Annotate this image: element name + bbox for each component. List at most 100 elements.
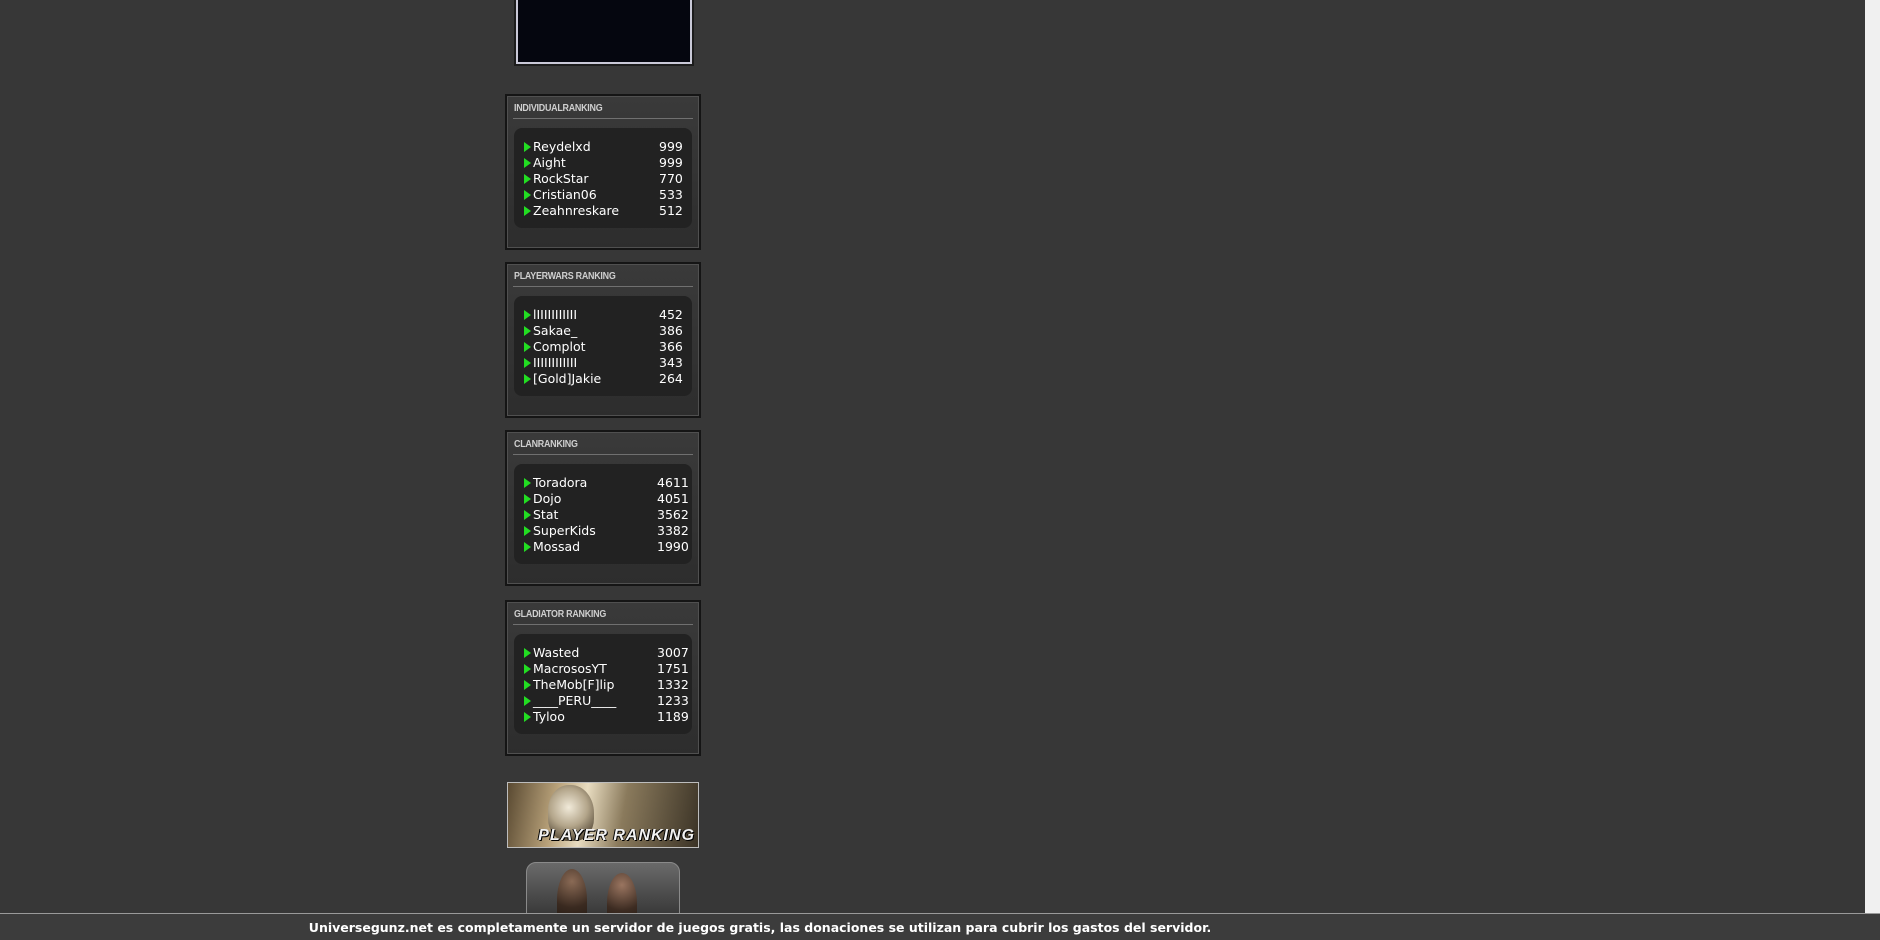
player-score: 999 bbox=[659, 155, 683, 170]
banner-label: PLAYER RANKING bbox=[538, 827, 695, 844]
arrow-right-icon bbox=[524, 494, 531, 504]
clan-name[interactable]: Stat bbox=[533, 507, 558, 523]
player-score: 452 bbox=[659, 307, 683, 322]
clan-name[interactable]: Toradora bbox=[533, 475, 587, 491]
arrow-right-icon bbox=[524, 680, 531, 690]
playerwars-ranking-panel: PlayerWars Ranking lIIIIIIIIIII 452 Sakae… bbox=[505, 262, 701, 418]
player-score: 1751 bbox=[657, 661, 689, 676]
arrow-right-icon bbox=[524, 712, 531, 722]
player-name[interactable]: MacrososYT bbox=[533, 661, 607, 677]
divider bbox=[513, 118, 693, 119]
list-item[interactable]: SuperKids 3382 bbox=[514, 523, 692, 539]
arrow-right-icon bbox=[524, 326, 531, 336]
player-score: 366 bbox=[659, 339, 683, 354]
divider bbox=[513, 286, 693, 287]
player-score: 264 bbox=[659, 371, 683, 386]
list-item[interactable]: Zeahnreskare 512 bbox=[514, 203, 692, 219]
panel-title: IndividualRanking bbox=[514, 102, 603, 114]
arrow-right-icon bbox=[524, 142, 531, 152]
divider bbox=[513, 624, 693, 625]
player-name[interactable]: TheMob[F]lip bbox=[533, 677, 614, 693]
player-name[interactable]: Aight bbox=[533, 155, 566, 171]
player-name[interactable]: [Gold]Jakie bbox=[533, 371, 601, 387]
list-item[interactable]: Stat 3562 bbox=[514, 507, 692, 523]
clan-score: 3382 bbox=[657, 523, 689, 538]
list-item[interactable]: Tyloo 1189 bbox=[514, 709, 692, 725]
player-name[interactable]: lIIIIIIIIIII bbox=[533, 307, 577, 323]
arrow-right-icon bbox=[524, 358, 531, 368]
player-score: 1189 bbox=[657, 709, 689, 724]
list-item[interactable]: IIIIIIIIIIII 343 bbox=[514, 355, 692, 371]
arrow-right-icon bbox=[524, 510, 531, 520]
arrow-right-icon bbox=[524, 374, 531, 384]
player-name[interactable]: Wasted bbox=[533, 645, 579, 661]
player-name[interactable]: Sakae_ bbox=[533, 323, 577, 339]
ranking-list: lIIIIIIIIIII 452 Sakae_ 386 Complot 366 III… bbox=[514, 296, 692, 396]
player-ranking-banner[interactable]: PLAYER RANKING bbox=[507, 782, 699, 848]
list-item[interactable]: Aight 999 bbox=[514, 155, 692, 171]
clan-name[interactable]: Mossad bbox=[533, 539, 580, 555]
list-item[interactable]: [Gold]Jakie 264 bbox=[514, 371, 692, 387]
list-item[interactable]: Wasted 3007 bbox=[514, 645, 692, 661]
list-item[interactable]: Cristian06 533 bbox=[514, 187, 692, 203]
player-name[interactable]: RockStar bbox=[533, 171, 589, 187]
panel-title: ClanRanking bbox=[514, 438, 578, 450]
list-item[interactable]: RockStar 770 bbox=[514, 171, 692, 187]
player-score: 386 bbox=[659, 323, 683, 338]
player-name[interactable]: Cristian06 bbox=[533, 187, 597, 203]
player-score: 770 bbox=[659, 171, 683, 186]
arrow-right-icon bbox=[524, 664, 531, 674]
player-score: 3007 bbox=[657, 645, 689, 660]
player-name[interactable]: Zeahnreskare bbox=[533, 203, 619, 219]
arrow-right-icon bbox=[524, 174, 531, 184]
list-item[interactable]: Complot 366 bbox=[514, 339, 692, 355]
player-score: 533 bbox=[659, 187, 683, 202]
list-item[interactable]: Reydelxd 999 bbox=[514, 139, 692, 155]
arrow-right-icon bbox=[524, 310, 531, 320]
arrow-right-icon bbox=[524, 542, 531, 552]
footer-bar: Universegunz.net es completamente un ser… bbox=[0, 913, 1880, 940]
page-scrollbar[interactable] bbox=[1865, 0, 1880, 920]
divider bbox=[513, 454, 693, 455]
list-item[interactable]: lIIIIIIIIIII 452 bbox=[514, 307, 692, 323]
arrow-right-icon bbox=[524, 648, 531, 658]
player-name[interactable]: Tyloo bbox=[533, 709, 565, 725]
player-name[interactable]: IIIIIIIIIIII bbox=[533, 355, 577, 371]
player-name[interactable]: Complot bbox=[533, 339, 586, 355]
clan-name[interactable]: Dojo bbox=[533, 491, 561, 507]
arrow-right-icon bbox=[524, 526, 531, 536]
clan-score: 4051 bbox=[657, 491, 689, 506]
ranking-list: Toradora 4611 Dojo 4051 Stat 3562 SuperKids… bbox=[514, 464, 692, 564]
clan-name[interactable]: SuperKids bbox=[533, 523, 596, 539]
top-image-box[interactable] bbox=[514, 0, 694, 66]
gladiator-ranking-panel: Gladiator Ranking Wasted 3007 MacrososYT 1… bbox=[505, 600, 701, 756]
list-item[interactable]: TheMob[F]lip 1332 bbox=[514, 677, 692, 693]
player-name[interactable]: Reydelxd bbox=[533, 139, 591, 155]
list-item[interactable]: Sakae_ 386 bbox=[514, 323, 692, 339]
player-score: 343 bbox=[659, 355, 683, 370]
list-item[interactable]: Dojo 4051 bbox=[514, 491, 692, 507]
arrow-right-icon bbox=[524, 206, 531, 216]
list-item[interactable]: ____PERU____ 1233 bbox=[514, 693, 692, 709]
arrow-right-icon bbox=[524, 342, 531, 352]
list-item[interactable]: Mossad 1990 bbox=[514, 539, 692, 555]
player-score: 999 bbox=[659, 139, 683, 154]
ranking-list: Reydelxd 999 Aight 999 RockStar 770 Cristia… bbox=[514, 128, 692, 228]
list-item[interactable]: Toradora 4611 bbox=[514, 475, 692, 491]
arrow-right-icon bbox=[524, 190, 531, 200]
ranking-list: Wasted 3007 MacrososYT 1751 TheMob[F]lip 13… bbox=[514, 634, 692, 734]
footer-notice: Universegunz.net es completamente un ser… bbox=[308, 920, 1212, 935]
arrow-right-icon bbox=[524, 478, 531, 488]
arrow-right-icon bbox=[524, 158, 531, 168]
clan-score: 4611 bbox=[657, 475, 689, 490]
clan-score: 1990 bbox=[657, 539, 689, 554]
list-item[interactable]: MacrososYT 1751 bbox=[514, 661, 692, 677]
clan-score: 3562 bbox=[657, 507, 689, 522]
player-name[interactable]: ____PERU____ bbox=[533, 693, 616, 709]
player-score: 1233 bbox=[657, 693, 689, 708]
clan-ranking-panel: ClanRanking Toradora 4611 Dojo 4051 Stat 35… bbox=[505, 430, 701, 586]
panel-title: PlayerWars Ranking bbox=[514, 270, 616, 282]
arrow-right-icon bbox=[524, 696, 531, 706]
player-score: 1332 bbox=[657, 677, 689, 692]
panel-title: Gladiator Ranking bbox=[514, 608, 607, 620]
